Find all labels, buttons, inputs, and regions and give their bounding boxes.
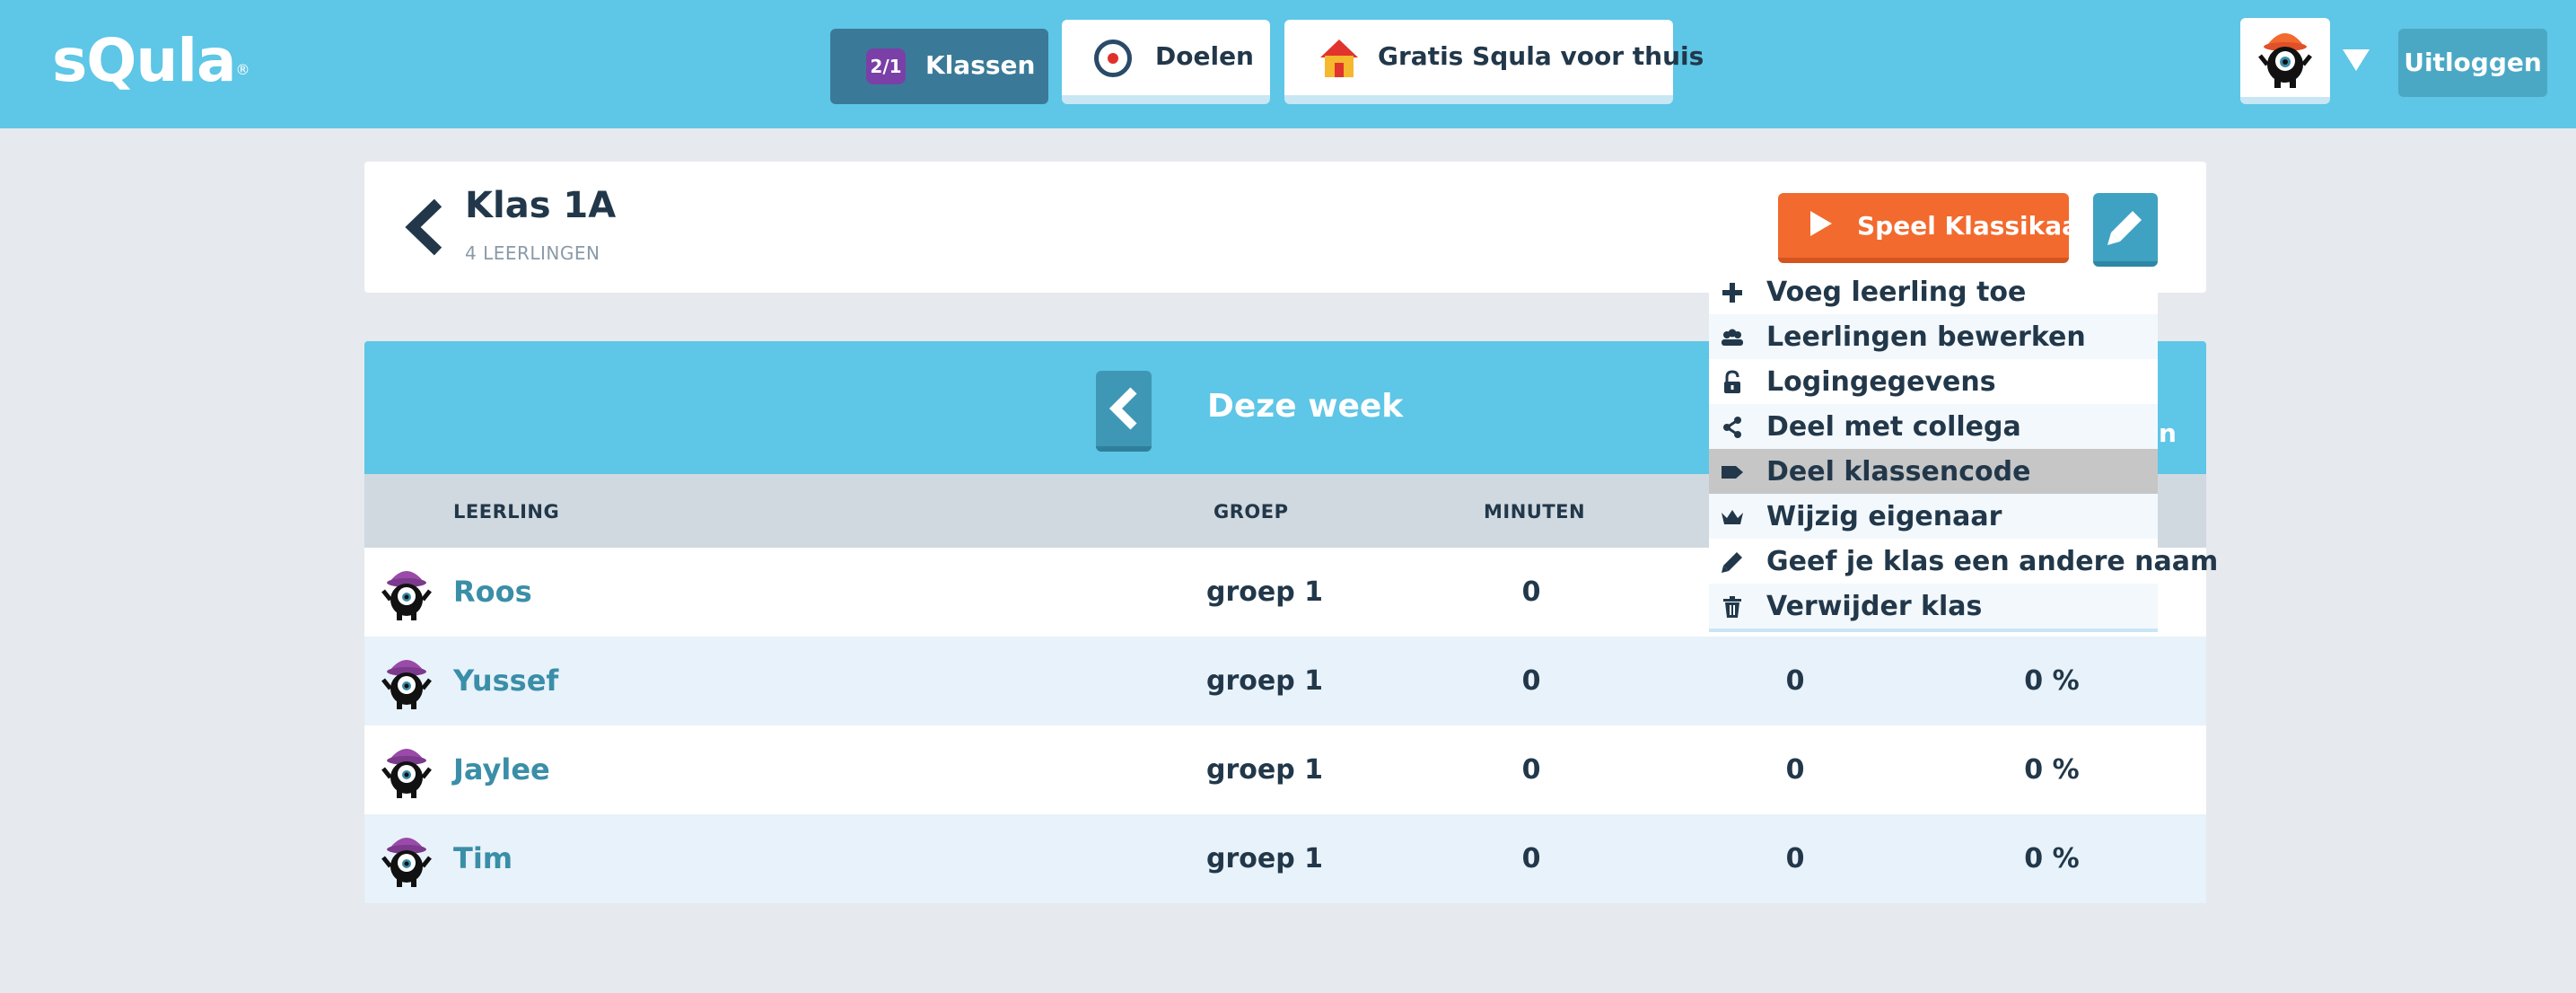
- class-actions-menu: Voeg leerling toe Leerlingen bewerken Lo…: [1709, 269, 2218, 632]
- play-icon: [1810, 211, 1832, 236]
- student-minutes: 0: [1521, 754, 1541, 786]
- student-minutes: 0: [1521, 665, 1541, 697]
- table-row[interactable]: Tim groep 1 0 0 0 %: [364, 814, 2206, 903]
- student-name-link[interactable]: Yussef: [453, 663, 558, 698]
- edit-class-button[interactable]: [2093, 193, 2158, 267]
- student-col5: 0 %: [2024, 665, 2080, 697]
- user-avatar-button[interactable]: [2240, 18, 2330, 104]
- student-count: 4 LEERLINGEN: [465, 242, 600, 264]
- logout-button[interactable]: Uitloggen: [2398, 29, 2547, 97]
- student-name-link[interactable]: Roos: [453, 575, 532, 609]
- speel-klassikaal-label: Speel Klassikaal: [1857, 211, 2088, 241]
- student-col4: 0: [1785, 843, 1805, 874]
- column-header-groep[interactable]: GROEP: [1214, 501, 1289, 523]
- plus-icon: [1722, 283, 1742, 303]
- nav-klassen-button[interactable]: 2/1 Klassen: [830, 29, 1048, 104]
- chevron-down-icon[interactable]: [2343, 49, 2370, 71]
- column-header-minuten[interactable]: MINUTEN: [1484, 501, 1585, 523]
- share-icon: [1723, 417, 1741, 438]
- student-name-link[interactable]: Jaylee: [453, 752, 550, 786]
- column-header-leerling[interactable]: LEERLING: [453, 501, 559, 523]
- class-title: Klas 1A: [465, 185, 617, 226]
- pencil-icon: [1722, 552, 1742, 573]
- nav-gratis-squla-label: Gratis Squla voor thuis: [1378, 41, 1704, 71]
- student-group: groep 1: [1205, 665, 1324, 697]
- menu-item-voeg-leerling-toe[interactable]: Voeg leerling toe: [1709, 269, 2158, 314]
- menu-item-hernoem-klas[interactable]: Geef je klas een andere naam: [1709, 539, 2218, 584]
- tag-icon: [1722, 466, 1743, 479]
- menu-item-deel-met-collega[interactable]: Deel met collega: [1709, 404, 2158, 449]
- menu-item-verwijder-klas[interactable]: Verwijder klas: [1709, 584, 2158, 628]
- pencil-icon: [2107, 211, 2142, 245]
- target-icon: [1094, 40, 1132, 77]
- menu-item-leerlingen-bewerken[interactable]: Leerlingen bewerken: [1709, 314, 2158, 359]
- student-col5: 0 %: [2024, 754, 2080, 786]
- nav-doelen-label: Doelen: [1155, 41, 1254, 71]
- chevron-left-icon: [1108, 387, 1137, 430]
- speel-klassikaal-button[interactable]: Speel Klassikaal: [1778, 193, 2088, 263]
- student-col4: 0: [1785, 754, 1805, 786]
- student-col5: 0 %: [2024, 843, 2080, 874]
- student-minutes: 0: [1521, 843, 1541, 874]
- nav-doelen-button[interactable]: Doelen: [1062, 20, 1270, 104]
- table-row[interactable]: Yussef groep 1 0 0 0 %: [364, 637, 2206, 725]
- student-group: groep 1: [1205, 754, 1324, 786]
- student-avatar-icon: [381, 749, 432, 798]
- student-group: groep 1: [1205, 843, 1324, 874]
- previous-week-button[interactable]: [1096, 371, 1152, 452]
- crown-icon: [1722, 510, 1743, 524]
- squla-logo[interactable]: sQula®: [52, 25, 250, 97]
- menu-item-deel-klassencode[interactable]: Deel klassencode: [1709, 449, 2158, 494]
- klassen-icon: 2/1: [866, 48, 906, 84]
- student-avatar-icon: [381, 660, 432, 709]
- monster-avatar-icon: [2258, 33, 2312, 88]
- student-group: groep 1: [1205, 576, 1324, 608]
- nav-klassen-label: Klassen: [925, 50, 1036, 80]
- back-chevron-icon[interactable]: [402, 198, 445, 257]
- student-avatar-icon: [381, 571, 432, 620]
- house-icon: [1320, 40, 1358, 77]
- lock-icon: [1724, 370, 1740, 393]
- menu-item-logingegevens[interactable]: Logingegevens: [1709, 359, 2158, 404]
- student-name-link[interactable]: Tim: [453, 841, 513, 875]
- table-row[interactable]: Jaylee groep 1 0 0 0 %: [364, 725, 2206, 814]
- student-col4: 0: [1785, 665, 1805, 697]
- nav-gratis-squla-button[interactable]: Gratis Squla voor thuis: [1284, 20, 1704, 104]
- users-icon: [1722, 329, 1743, 346]
- top-bar: sQula® 2/1 Klassen Doelen Gratis Squla v…: [0, 0, 2576, 128]
- trash-icon: [1723, 596, 1741, 618]
- week-label: Deze week: [1207, 388, 1404, 425]
- student-avatar-icon: [381, 838, 432, 887]
- menu-item-wijzig-eigenaar[interactable]: Wijzig eigenaar: [1709, 494, 2158, 539]
- student-minutes: 0: [1521, 576, 1541, 608]
